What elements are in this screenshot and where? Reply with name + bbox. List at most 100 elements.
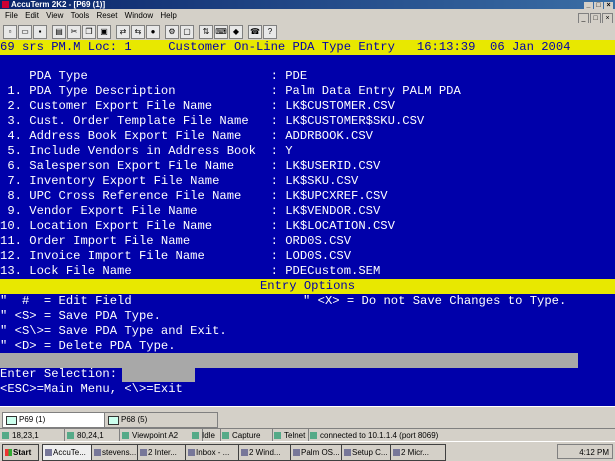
open-icon[interactable]: ▭ (18, 25, 32, 39)
capture-status-icon (222, 432, 229, 439)
window-titlebar: AccuTerm 2K2 - [P69 (1)] _ □ × (0, 0, 615, 10)
field-row: 4. Address Book Export File Name : ADDRB… (0, 129, 373, 143)
menu-help[interactable]: Help (160, 11, 176, 20)
status-state-text: Idle (202, 431, 215, 440)
transfer-icon[interactable]: ⇅ (199, 25, 213, 39)
app-icon (45, 449, 52, 456)
window-title: AccuTerm 2K2 - [P69 (1)] (11, 0, 106, 9)
app-icon (94, 449, 101, 456)
help-icon[interactable]: ? (263, 25, 277, 39)
terminal-header: 69 srs PM.M Loc: 1 Customer On-Line PDA … (0, 40, 615, 55)
field-row: 11. Order Import File Name : ORD0S.CSV (0, 234, 352, 248)
clock: 4:12 PM (579, 448, 609, 457)
start-button[interactable]: Start (2, 444, 39, 461)
tab-label: P69 (1) (19, 415, 46, 424)
taskbar-item[interactable]: stevens... (91, 444, 143, 461)
option-row: " # = Edit Field (0, 294, 132, 308)
taskbar-item[interactable]: AccuTe... (42, 444, 96, 461)
status-cursor-text: 18,23,1 (12, 431, 39, 440)
taskbar-item[interactable]: Inbox - ... (185, 444, 243, 461)
field-row: 12. Invoice Import File Name : LOD0S.CSV (0, 249, 352, 263)
macro-icon[interactable]: ◆ (229, 25, 243, 39)
screen-icon[interactable]: ▢ (180, 25, 194, 39)
setup-icon (344, 449, 351, 456)
tab-p69[interactable]: P69 (1) (2, 412, 120, 428)
enter-selection-label: Enter Selection: (0, 367, 125, 381)
toolbar: ▫ ▭ ▪ ▤ ✂ ❐ ▣ ⇄ ⇆ ● ⚙ ▢ ⇅ ⌨ ◆ ☎ ? (0, 23, 615, 41)
paste-icon[interactable]: ▣ (97, 25, 111, 39)
field-row: 3. Cust. Order Template File Name : LK$C… (0, 114, 425, 128)
taskbar-item-label: stevens... (102, 448, 137, 457)
taskbar-item-label: Setup C... (352, 448, 388, 457)
field-row: 5. Include Vendors in Address Book : Y (0, 144, 293, 158)
windows-taskbar: Start AccuTe... stevens... 2 Inter... In… (0, 441, 615, 461)
terminal-icon (6, 416, 17, 425)
print-icon[interactable]: ▤ (52, 25, 66, 39)
phone-icon[interactable]: ☎ (248, 25, 262, 39)
emulation-icon (122, 432, 129, 439)
cursor-icon (2, 432, 9, 439)
tab-p68[interactable]: P68 (5) (104, 412, 218, 428)
field-row: 8. UPC Cross Reference File Name : LK$UP… (0, 189, 388, 203)
save-icon[interactable]: ▪ (33, 25, 47, 39)
status-protocol-text: Telnet (284, 431, 306, 440)
menu-view[interactable]: View (46, 11, 63, 20)
taskbar-item[interactable]: 2 Inter... (137, 444, 189, 461)
terminal-icon (108, 416, 119, 425)
connection-icon (310, 432, 317, 439)
state-icon (192, 432, 199, 439)
system-tray: 4:12 PM (557, 444, 613, 459)
menu-reset[interactable]: Reset (97, 11, 118, 20)
menu-window[interactable]: Window (125, 11, 153, 20)
option-row: " <S\>= Save PDA Type and Exit. (0, 324, 227, 338)
field-row: 6. Salesperson Export File Name : LK$USE… (0, 159, 381, 173)
menu-edit[interactable]: Edit (25, 11, 39, 20)
taskbar-item[interactable]: 2 Wind... (238, 444, 294, 461)
screen-icon (67, 432, 74, 439)
palm-icon (293, 449, 300, 456)
taskbar-item-label: 2 Micr... (401, 448, 430, 457)
window-icon (241, 449, 248, 456)
new-icon[interactable]: ▫ (3, 25, 17, 39)
word-icon (393, 449, 400, 456)
menu-tools[interactable]: Tools (71, 11, 90, 20)
settings-icon[interactable]: ⚙ (165, 25, 179, 39)
browser-icon (140, 449, 147, 456)
message-bar (0, 353, 578, 368)
option-row: " <D> = Delete PDA Type. (0, 339, 176, 353)
tab-label: P68 (5) (121, 415, 148, 424)
taskbar-item-label: Inbox - ... (196, 448, 230, 457)
status-connection-text: connected to 10.1.1.4 (port 8069) (320, 431, 439, 440)
taskbar-item[interactable]: Palm OS... (290, 444, 342, 461)
taskbar-item-label: 2 Inter... (148, 448, 177, 457)
pda-type-row: PDA Type : PDE (0, 69, 308, 83)
taskbar-item[interactable]: Setup C... (341, 444, 393, 461)
footer-help: <ESC>=Main Menu, <\>=Exit (0, 382, 183, 396)
cut-icon[interactable]: ✂ (67, 25, 81, 39)
menu-bar: File Edit View Tools Reset Window Help _… (0, 9, 615, 24)
taskbar-item-label: AccuTe... (53, 448, 86, 457)
windows-logo-icon (5, 449, 12, 457)
menu-file[interactable]: File (5, 11, 18, 20)
taskbar-item-label: Palm OS... (301, 448, 340, 457)
field-row: 9. Vendor Export File Name : LK$VENDOR.C… (0, 204, 381, 218)
disconnect-icon[interactable]: ⇆ (131, 25, 145, 39)
taskbar-item[interactable]: 2 Micr... (390, 444, 446, 461)
field-row: 10. Location Export File Name : LK$LOCAT… (0, 219, 395, 233)
session-tabs: P69 (1) P68 (5) (0, 406, 615, 429)
field-row: 1. PDA Type Description : Palm Data Entr… (0, 84, 461, 98)
status-screen-text: 80,24,1 (77, 431, 104, 440)
capture-icon[interactable]: ● (146, 25, 160, 39)
keyboard-icon[interactable]: ⌨ (214, 25, 228, 39)
copy-icon[interactable]: ❐ (82, 25, 96, 39)
field-row: 13. Lock File Name : PDECustom.SEM (0, 264, 381, 278)
mail-icon (188, 449, 195, 456)
option-row: " <S> = Save PDA Type. (0, 309, 161, 323)
accuterm-app-icon (2, 1, 9, 8)
status-bar: 18,23,1 80,24,1 Viewpoint A2 Enhanced Id… (0, 428, 615, 453)
connect-icon[interactable]: ⇄ (116, 25, 130, 39)
terminal-screen[interactable]: 69 srs PM.M Loc: 1 Customer On-Line PDA … (0, 40, 615, 406)
field-row: 7. Inventory Export File Name : LK$SKU.C… (0, 174, 359, 188)
selection-input[interactable] (122, 367, 195, 382)
start-label: Start (13, 448, 32, 457)
